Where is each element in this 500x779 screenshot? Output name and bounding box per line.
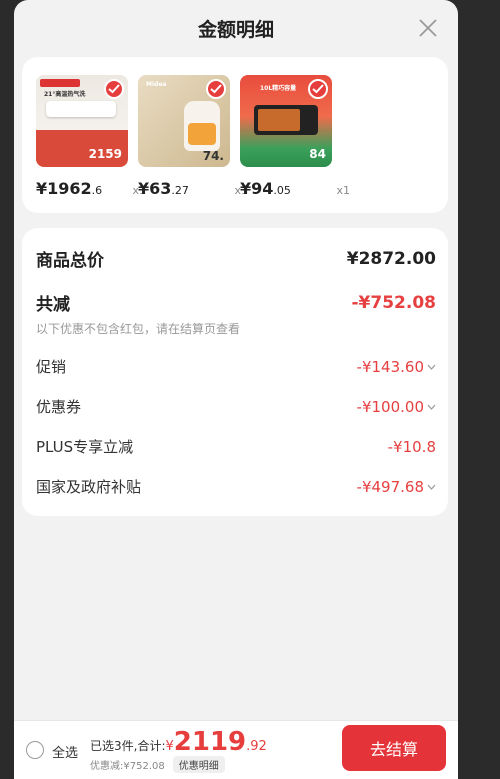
promotion-label: 促销	[36, 358, 67, 376]
product-illustration-detail	[188, 123, 216, 145]
total-amount-integer: 2119	[173, 727, 247, 757]
coupon-label: 优惠券	[36, 398, 82, 416]
product-image[interactable]: Midea 74.	[138, 75, 230, 167]
header: 金额明细	[14, 0, 458, 56]
total-price-row: 商品总价 ¥2872.00	[36, 246, 436, 272]
total-price-label: 商品总价	[36, 251, 104, 271]
checkout-bar: 全选 已选3件,合计: ¥ 2119 .92 优惠减:¥752.08 优惠明细 …	[14, 720, 458, 779]
subsidy-label: 国家及政府补贴	[36, 478, 142, 496]
order-summary: 已选3件,合计: ¥ 2119 .92 优惠减:¥752.08 优惠明细	[90, 729, 267, 773]
product-image-text: Midea	[146, 81, 167, 88]
plus-discount-value: -¥10.8	[387, 437, 436, 456]
total-price-value: ¥2872.00	[346, 248, 436, 269]
amount-detail-sheet: 金额明细 21°高温热气洗 2159 ¥1962.6 x1 Midea 74. …	[14, 0, 458, 779]
promotion-value[interactable]: -¥143.60	[357, 358, 436, 376]
subsidy-value[interactable]: -¥497.68	[357, 478, 436, 496]
product-illustration-detail	[258, 109, 300, 131]
product-price: ¥1962.6	[36, 179, 103, 198]
total-discount-row: 共减 -¥752.08	[36, 290, 437, 316]
page-title: 金额明细	[197, 18, 274, 41]
select-all-radio[interactable]	[26, 741, 44, 759]
checkout-button[interactable]: 去结算	[342, 725, 446, 771]
product-image-price: 84	[309, 147, 326, 161]
product-image-price: 2159	[88, 147, 122, 161]
product-list-card: 21°高温热气洗 2159 ¥1962.6 x1 Midea 74. ¥63.2…	[22, 57, 448, 213]
selected-count-text: 已选3件,合计:	[90, 739, 166, 753]
price-breakdown-card: 商品总价 ¥2872.00 共减 -¥752.08 以下优惠不包含红包，请在结算…	[22, 228, 448, 516]
plus-discount-row: PLUS专享立减 -¥10.8	[36, 436, 436, 457]
discount-detail-button[interactable]: 优惠明细	[172, 756, 225, 773]
coupon-row[interactable]: 优惠券 -¥100.00	[36, 396, 436, 417]
select-all-label[interactable]: 全选	[52, 742, 78, 761]
discount-summary: 优惠减:¥752.08 优惠明细	[90, 756, 267, 773]
product-image-price: 74.	[202, 149, 224, 163]
product-illustration	[46, 101, 116, 117]
product-image-text: 21°高温热气洗	[44, 91, 86, 98]
product-image-text: 10L精巧容量	[260, 85, 297, 92]
discount-amount-text: 优惠减:¥752.08	[90, 761, 165, 772]
product-item[interactable]: Midea 74. ¥63.27 x1	[138, 75, 248, 198]
product-qty: x1	[336, 184, 350, 197]
currency-symbol: ¥	[165, 739, 174, 754]
chevron-down-icon	[427, 404, 436, 410]
subsidy-row[interactable]: 国家及政府补贴 -¥497.68	[36, 476, 436, 497]
plus-discount-label: PLUS专享立减	[36, 438, 134, 456]
coupon-value[interactable]: -¥100.00	[357, 398, 436, 416]
selected-check-icon[interactable]	[206, 79, 226, 99]
selected-check-icon[interactable]	[104, 79, 124, 99]
promotion-row[interactable]: 促销 -¥143.60	[36, 356, 436, 377]
product-item[interactable]: 21°高温热气洗 2159 ¥1962.6 x1	[36, 75, 146, 198]
product-price: ¥94.05	[240, 179, 291, 198]
discount-note: 以下优惠不包含红包，请在结算页查看	[36, 322, 241, 336]
promo-badge	[40, 79, 80, 87]
selected-check-icon[interactable]	[308, 79, 328, 99]
chevron-down-icon	[427, 484, 436, 490]
chevron-down-icon	[427, 364, 436, 370]
product-item[interactable]: 10L精巧容量 84 ¥94.05 x1	[240, 75, 350, 198]
price-row: ¥94.05 x1	[240, 179, 350, 198]
total-discount-value: -¥752.08	[351, 292, 437, 313]
price-row: ¥1962.6 x1	[36, 179, 146, 198]
product-price: ¥63.27	[138, 179, 189, 198]
total-amount-decimal: .92	[246, 739, 267, 754]
product-image[interactable]: 10L精巧容量 84	[240, 75, 332, 167]
total-discount-label: 共减	[36, 295, 70, 315]
total-summary: 已选3件,合计: ¥ 2119 .92	[90, 729, 267, 755]
price-row: ¥63.27 x1	[138, 179, 248, 198]
close-icon[interactable]	[416, 16, 440, 40]
product-image[interactable]: 21°高温热气洗 2159	[36, 75, 128, 167]
